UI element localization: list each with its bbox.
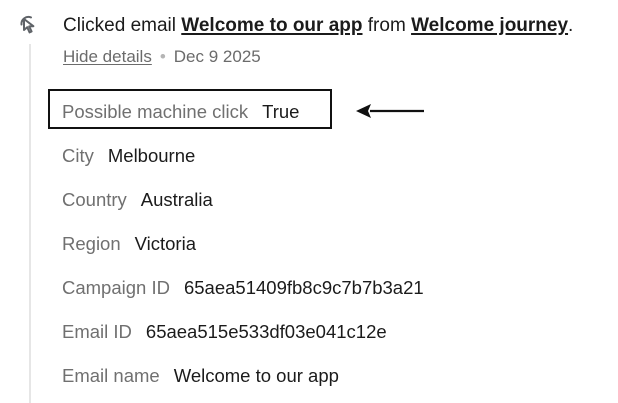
detail-row-country: Country Australia [62, 178, 213, 222]
detail-value: 65aea515e533df03e041c12e [145, 321, 387, 342]
detail-label: Email ID [62, 321, 132, 342]
detail-label: Email name [62, 365, 160, 386]
detail-value: Melbourne [107, 145, 196, 166]
headline-middle: from [362, 15, 412, 36]
annotation-highlight-box [48, 89, 332, 129]
separator-dot: • [159, 47, 166, 66]
event-meta: Hide details • Dec 9 2025 [63, 46, 261, 68]
detail-value: Welcome to our app [173, 365, 339, 386]
cursor-click-icon [20, 15, 35, 34]
detail-row-campaign-id: Campaign ID 65aea51409fb8c9c7b7b3a21 [62, 266, 424, 310]
detail-row-region: Region Victoria [62, 222, 196, 266]
email-link[interactable]: Welcome to our app [181, 15, 362, 36]
detail-row-email-name: Email name Welcome to our app [62, 354, 339, 398]
detail-label: Campaign ID [62, 277, 170, 298]
detail-label: Region [62, 233, 121, 254]
event-headline: Clicked email Welcome to our app from We… [63, 14, 573, 38]
detail-value: Australia [140, 189, 213, 210]
left-arrow-icon [356, 104, 424, 118]
detail-label: Country [62, 189, 127, 210]
hide-details-link[interactable]: Hide details [63, 47, 152, 66]
detail-value: 65aea51409fb8c9c7b7b3a21 [183, 277, 424, 298]
headline-prefix: Clicked email [63, 15, 182, 36]
detail-value: Victoria [134, 233, 196, 254]
journey-link[interactable]: Welcome journey [411, 15, 568, 36]
detail-row-city: City Melbourne [62, 134, 195, 178]
detail-label: City [62, 145, 94, 166]
headline-suffix: . [568, 15, 574, 36]
timeline-line [29, 44, 31, 403]
event-date: Dec 9 2025 [173, 47, 261, 66]
detail-row-email-id: Email ID 65aea515e533df03e041c12e [62, 310, 387, 354]
